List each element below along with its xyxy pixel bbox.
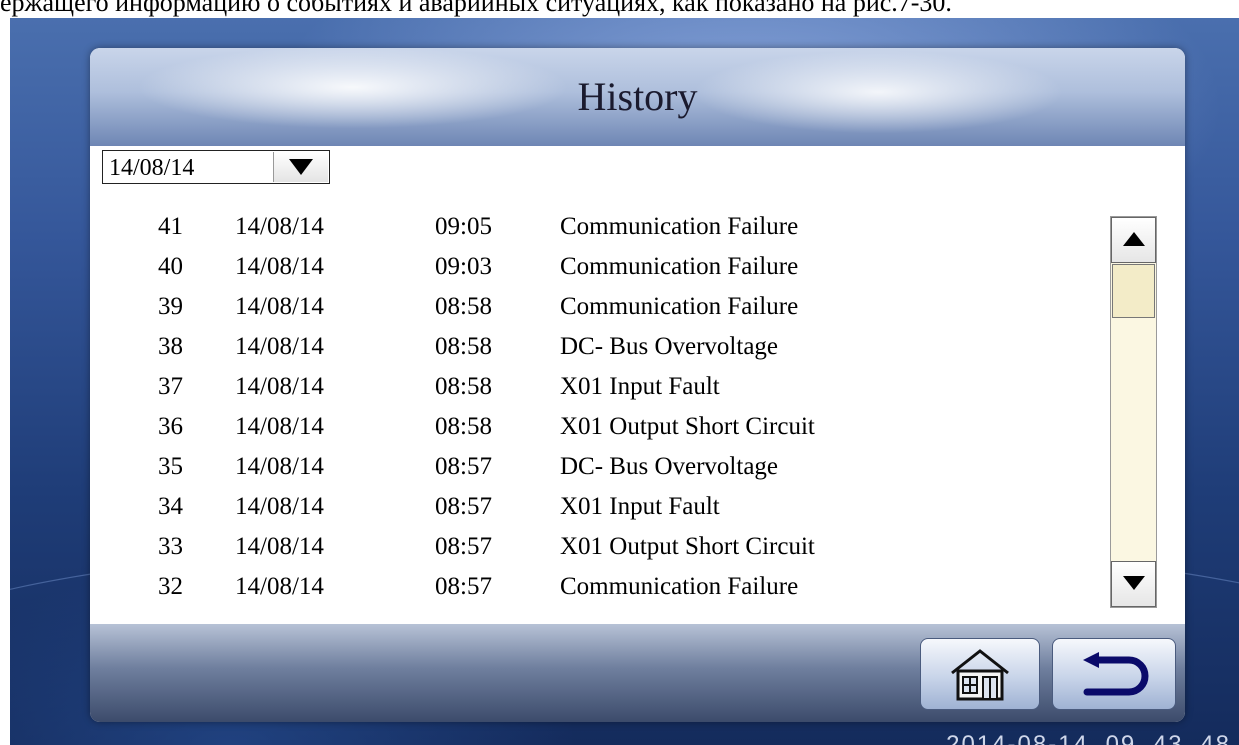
date-filter-select[interactable]: 14/08/14: [102, 150, 330, 184]
table-row[interactable]: 41 14/08/14 09:05 Communication Failure: [90, 208, 1090, 248]
table-row[interactable]: 40 14/08/14 09:03 Communication Failure: [90, 248, 1090, 288]
event-date: 14/08/14: [235, 373, 324, 400]
event-time: 08:57: [435, 493, 492, 520]
event-number: 36: [158, 413, 183, 440]
table-row[interactable]: 35 14/08/14 08:57 DC- Bus Overvoltage: [90, 448, 1090, 488]
event-time: 08:58: [435, 333, 492, 360]
event-number: 37: [158, 373, 183, 400]
event-date: 14/08/14: [235, 333, 324, 360]
event-time: 09:05: [435, 213, 492, 240]
event-message: Communication Failure: [560, 573, 799, 600]
hmi-screen: History 14/08/14 41 14/08/14 09:05 Commu…: [10, 18, 1239, 745]
event-time: 08:58: [435, 413, 492, 440]
event-message: X01 Input Fault: [560, 373, 720, 400]
back-button[interactable]: [1052, 638, 1176, 710]
history-panel: History 14/08/14 41 14/08/14 09:05 Commu…: [90, 48, 1185, 722]
event-list-scrollbar[interactable]: [1110, 216, 1157, 608]
date-filter-value: 14/08/14: [109, 155, 195, 181]
status-clock: 2014-08-14 09 43 48: [946, 731, 1231, 745]
event-number: 40: [158, 253, 183, 280]
event-time: 08:58: [435, 293, 492, 320]
event-number: 34: [158, 493, 183, 520]
event-message: Communication Failure: [560, 213, 799, 240]
event-date: 14/08/14: [235, 213, 324, 240]
event-time: 08:57: [435, 453, 492, 480]
event-time: 08:58: [435, 373, 492, 400]
event-number: 35: [158, 453, 183, 480]
event-message: Communication Failure: [560, 253, 799, 280]
event-time: 09:03: [435, 253, 492, 280]
event-date: 14/08/14: [235, 493, 324, 520]
page-title: History: [577, 74, 698, 119]
event-date: 14/08/14: [235, 293, 324, 320]
table-row[interactable]: 39 14/08/14 08:58 Communication Failure: [90, 288, 1090, 328]
event-time: 08:57: [435, 533, 492, 560]
event-message: X01 Output Short Circuit: [560, 413, 815, 440]
bottom-toolbar: [90, 624, 1185, 722]
scroll-down-button[interactable]: [1111, 561, 1156, 607]
table-row[interactable]: 38 14/08/14 08:58 DC- Bus Overvoltage: [90, 328, 1090, 368]
event-date: 14/08/14: [235, 573, 324, 600]
event-message: X01 Output Short Circuit: [560, 533, 815, 560]
event-time: 08:57: [435, 573, 492, 600]
return-arrow-icon: [1083, 652, 1149, 696]
event-number: 33: [158, 533, 183, 560]
triangle-up-icon: [1123, 232, 1145, 246]
event-date: 14/08/14: [235, 253, 324, 280]
table-row[interactable]: 32 14/08/14 08:57 Communication Failure: [90, 568, 1090, 608]
event-message: DC- Bus Overvoltage: [560, 453, 779, 480]
event-number: 32: [158, 573, 183, 600]
event-date: 14/08/14: [235, 453, 324, 480]
event-number: 39: [158, 293, 183, 320]
document-caption-text: ержащего информацию о событиях и аварийн…: [0, 0, 952, 17]
event-number: 38: [158, 333, 183, 360]
event-message: DC- Bus Overvoltage: [560, 333, 779, 360]
table-row[interactable]: 36 14/08/14 08:58 X01 Output Short Circu…: [90, 408, 1090, 448]
table-row[interactable]: 34 14/08/14 08:57 X01 Input Fault: [90, 488, 1090, 528]
event-list: 41 14/08/14 09:05 Communication Failure …: [90, 208, 1090, 608]
triangle-down-icon: [289, 159, 313, 175]
event-number: 41: [158, 213, 183, 240]
table-row[interactable]: 33 14/08/14 08:57 X01 Output Short Circu…: [90, 528, 1090, 568]
event-message: X01 Input Fault: [560, 493, 720, 520]
event-date: 14/08/14: [235, 413, 324, 440]
home-icon: [951, 649, 1009, 701]
title-bar: History: [90, 48, 1185, 146]
home-button[interactable]: [920, 638, 1040, 710]
event-date: 14/08/14: [235, 533, 324, 560]
scroll-up-button[interactable]: [1111, 217, 1156, 263]
table-row[interactable]: 37 14/08/14 08:58 X01 Input Fault: [90, 368, 1090, 408]
triangle-down-icon: [1123, 576, 1145, 590]
scrollbar-thumb[interactable]: [1112, 264, 1155, 318]
event-message: Communication Failure: [560, 293, 799, 320]
date-filter-dropdown-button[interactable]: [273, 152, 328, 182]
